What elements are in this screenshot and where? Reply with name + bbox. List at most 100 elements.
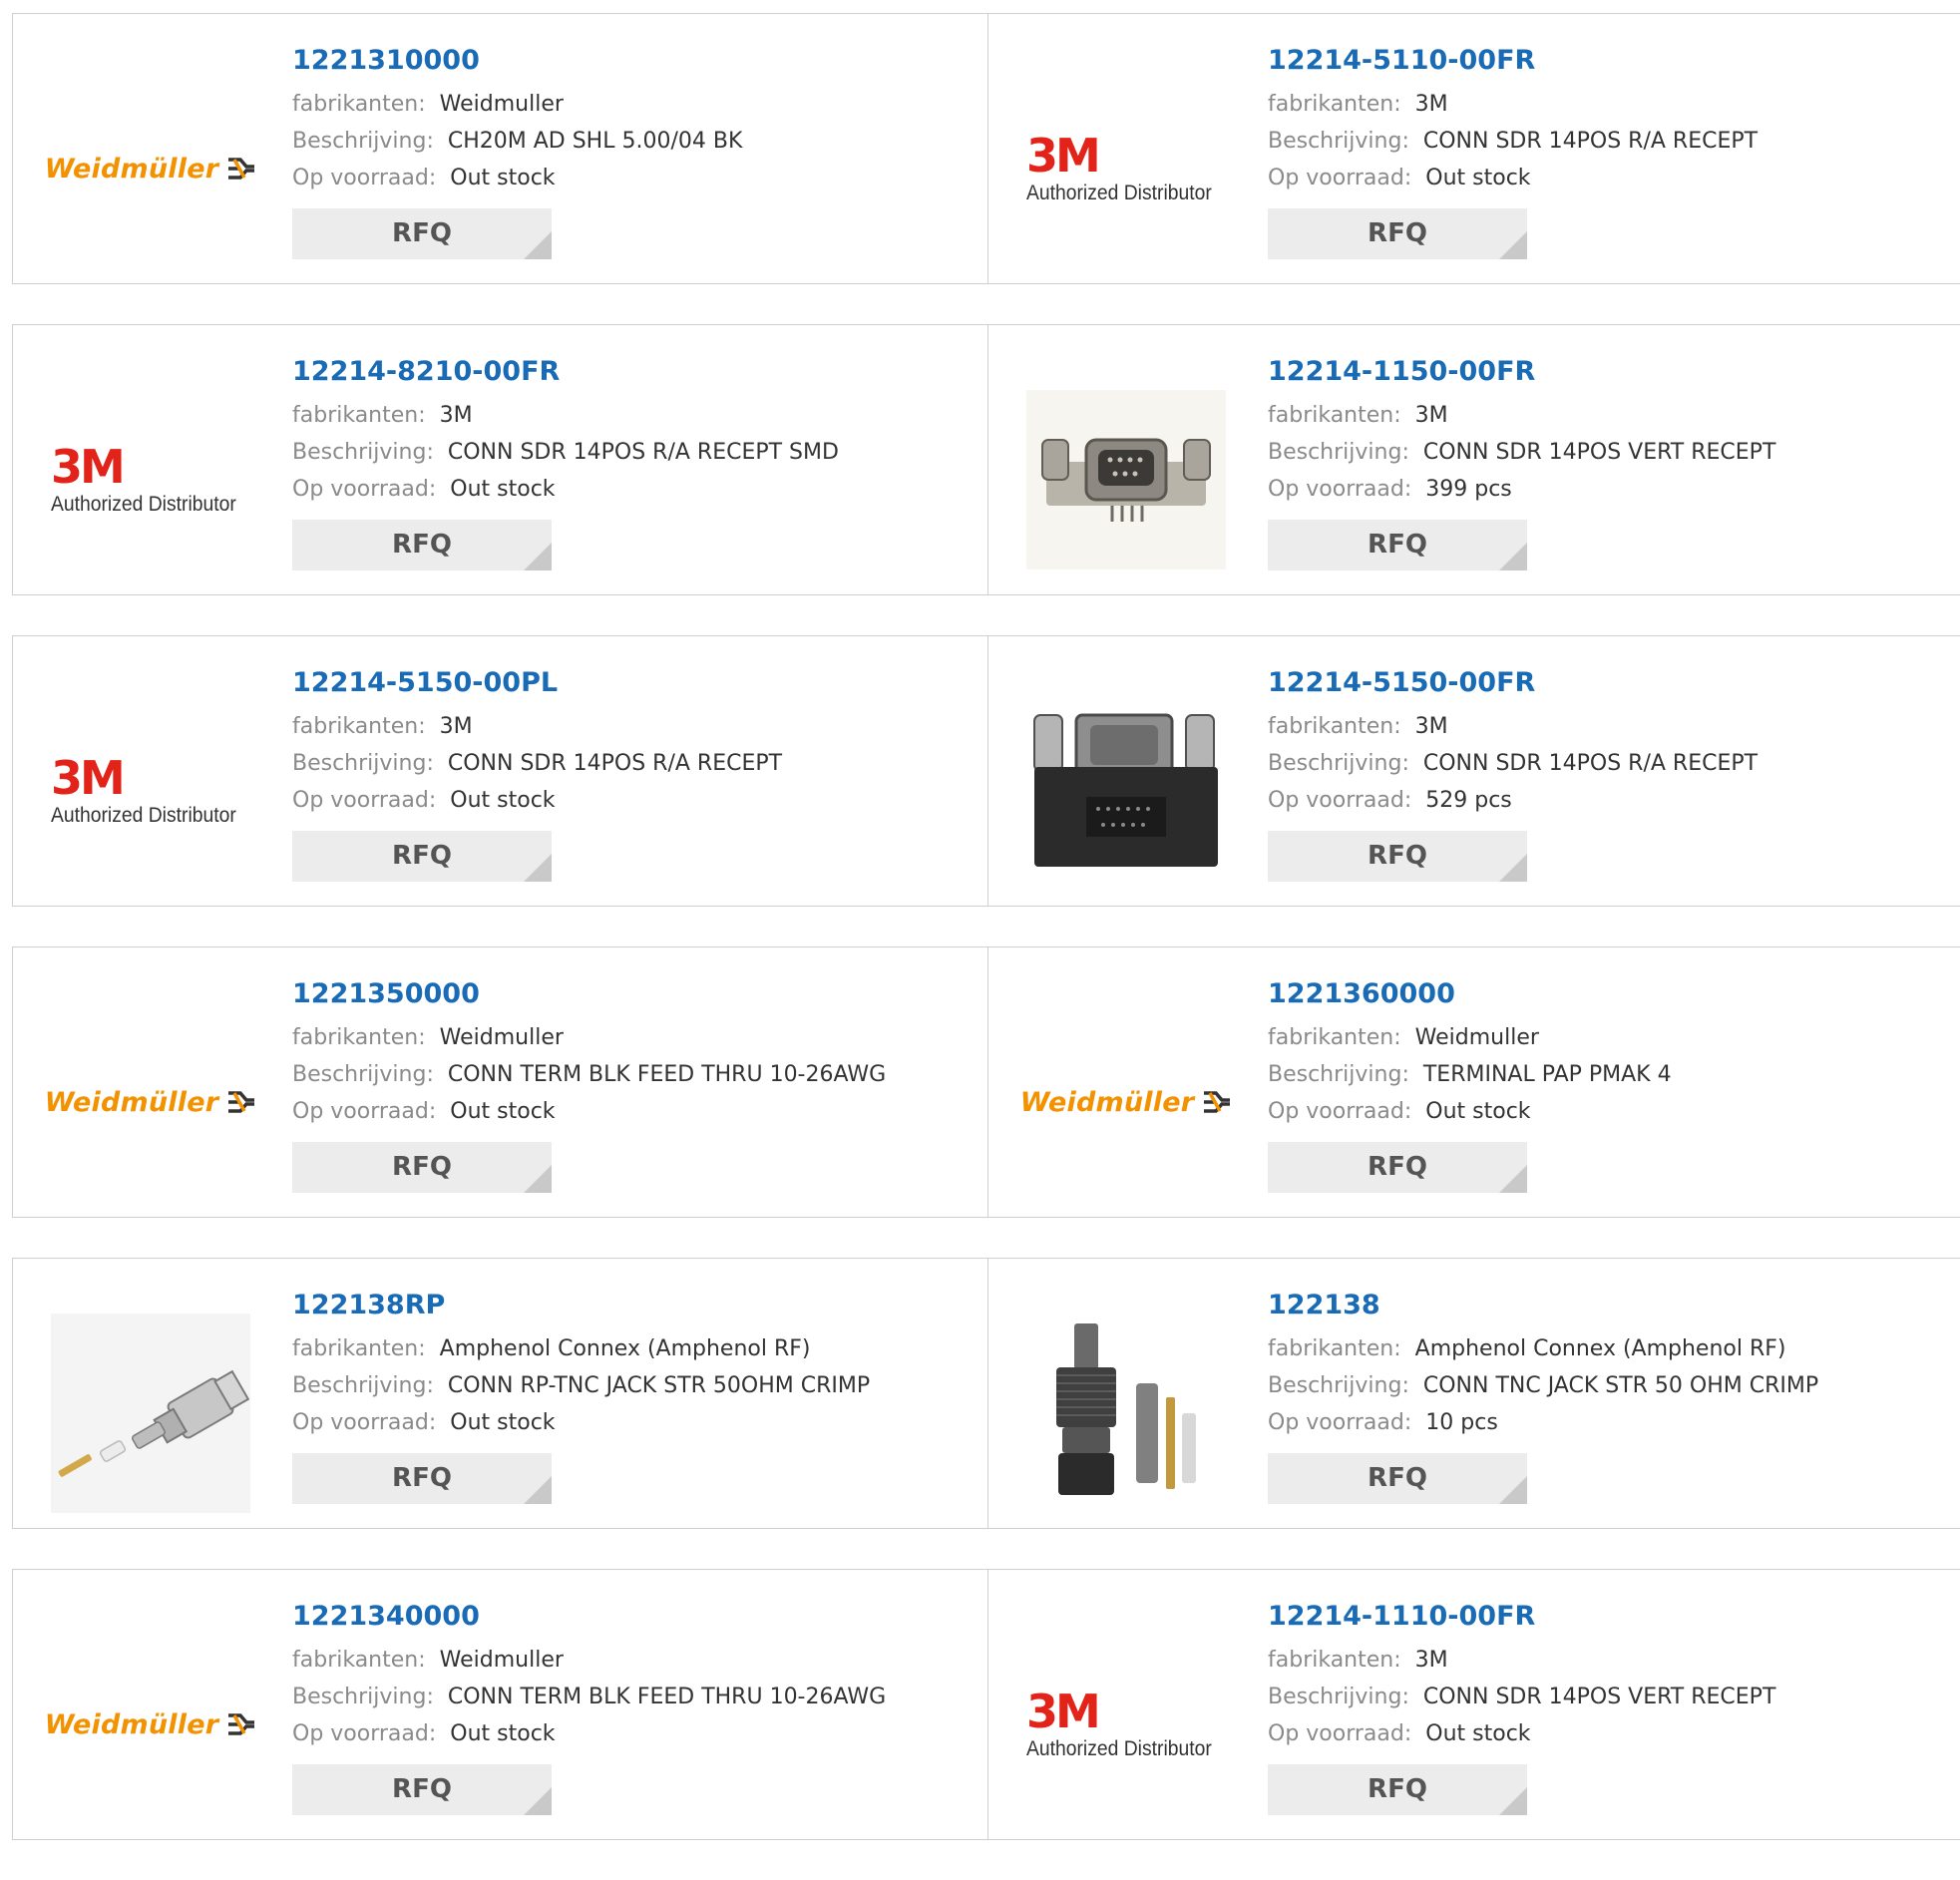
product-card: 122138RP fabrikanten: Amphenol Connex (Am…	[13, 1259, 987, 1528]
product-image	[1026, 380, 1226, 579]
product-image	[51, 1314, 250, 1513]
description-row: Beschrijving: CONN TERM BLK FEED THRU 10-…	[292, 1679, 968, 1715]
part-number-link[interactable]: 1221310000	[292, 42, 480, 80]
description-label: Beschrijving:	[1268, 129, 1409, 154]
manufacturer-row: fabrikanten: Amphenol Connex (Amphenol RF…	[292, 1330, 968, 1367]
stock-value: Out stock	[1425, 1099, 1531, 1124]
product-image: 3M Authorized Distributor	[1026, 69, 1226, 268]
part-number-link[interactable]: 1221350000	[292, 975, 480, 1013]
weidmuller-mark-icon	[226, 156, 256, 182]
product-row: Weidmüller 1221340000 fabrikanten: Weidmu…	[12, 1569, 1960, 1840]
stock-row: Op voorraad: Out stock	[292, 1404, 968, 1441]
rfq-button[interactable]: RFQ	[1268, 1142, 1527, 1193]
sdr-connector-photo	[1026, 390, 1226, 569]
rfq-button[interactable]: RFQ	[1268, 1453, 1527, 1504]
rfq-corner-decoration	[524, 1476, 552, 1504]
stock-row: Op voorraad: Out stock	[1268, 160, 1942, 196]
weidmuller-logo: Weidmüller	[45, 1087, 256, 1118]
part-number-link[interactable]: 122138RP	[292, 1287, 445, 1324]
authorized-distributor-text: Authorized Distributor	[51, 804, 236, 827]
rfq-button[interactable]: RFQ	[1268, 520, 1527, 570]
authorized-distributor-text: Authorized Distributor	[1026, 182, 1212, 204]
description-value: CONN SDR 14POS VERT RECEPT	[1422, 440, 1776, 465]
3m-logo-text: 3M	[1026, 129, 1101, 183]
product-info: 1221310000 fabrikanten: Weidmuller Beschr…	[292, 42, 968, 259]
description-label: Beschrijving:	[1268, 751, 1409, 776]
rfq-button[interactable]: RFQ	[292, 208, 552, 259]
manufacturer-label: fabrikanten:	[292, 1336, 426, 1361]
manufacturer-label: fabrikanten:	[292, 403, 426, 428]
part-number-link[interactable]: 12214-5110-00FR	[1268, 42, 1535, 80]
product-row: Weidmüller 1221350000 fabrikanten: Weidmu…	[12, 946, 1960, 1218]
stock-value: Out stock	[450, 1721, 556, 1746]
product-info: 12214-5110-00FR fabrikanten: 3M Beschrijv…	[1268, 42, 1942, 259]
rfq-button-label: RFQ	[392, 530, 452, 560]
description-value: TERMINAL PAP PMAK 4	[1422, 1062, 1672, 1087]
rfq-button[interactable]: RFQ	[292, 1764, 552, 1815]
description-label: Beschrijving:	[292, 1685, 434, 1709]
product-image: 3M Authorized Distributor	[1026, 1625, 1226, 1824]
manufacturer-row: fabrikanten: 3M	[1268, 708, 1942, 745]
manufacturer-row: fabrikanten: 3M	[1268, 86, 1942, 123]
description-row: Beschrijving: CONN SDR 14POS R/A RECEPT	[1268, 745, 1942, 782]
rfq-button[interactable]: RFQ	[1268, 1764, 1527, 1815]
rfq-button[interactable]: RFQ	[1268, 831, 1527, 882]
part-number-link[interactable]: 12214-1110-00FR	[1268, 1598, 1535, 1636]
stock-row: Op voorraad: 10 pcs	[1268, 1404, 1942, 1441]
description-label: Beschrijving:	[1268, 1062, 1409, 1087]
description-value: CONN TNC JACK STR 50 OHM CRIMP	[1422, 1373, 1819, 1398]
stock-value: Out stock	[450, 1099, 556, 1124]
description-value: CONN SDR 14POS R/A RECEPT SMD	[447, 440, 839, 465]
weidmuller-logo: Weidmüller	[45, 154, 256, 185]
authorized-distributor-text: Authorized Distributor	[51, 493, 236, 516]
part-number-link[interactable]: 12214-5150-00PL	[292, 664, 558, 702]
stock-label: Op voorraad:	[1268, 1099, 1412, 1124]
manufacturer-value: Amphenol Connex (Amphenol RF)	[439, 1336, 811, 1361]
description-row: Beschrijving: CH20M AD SHL 5.00/04 BK	[292, 123, 968, 160]
product-info: 1221340000 fabrikanten: Weidmuller Beschr…	[292, 1598, 968, 1815]
stock-value: 529 pcs	[1425, 788, 1512, 813]
weidmuller-logo: Weidmüller	[1020, 1087, 1232, 1118]
description-row: Beschrijving: CONN SDR 14POS R/A RECEPT S…	[292, 434, 968, 471]
description-value: CH20M AD SHL 5.00/04 BK	[447, 129, 743, 154]
rfq-button[interactable]: RFQ	[1268, 208, 1527, 259]
manufacturer-row: fabrikanten: 3M	[292, 397, 968, 434]
part-number-link[interactable]: 1221340000	[292, 1598, 480, 1636]
product-info: 12214-5150-00FR fabrikanten: 3M Beschrijv…	[1268, 664, 1942, 882]
rfq-button[interactable]: RFQ	[292, 831, 552, 882]
manufacturer-label: fabrikanten:	[292, 1025, 426, 1050]
stock-row: Op voorraad: Out stock	[1268, 1715, 1942, 1752]
part-number-link[interactable]: 12214-1150-00FR	[1268, 353, 1535, 391]
weidmuller-mark-icon	[226, 1089, 256, 1115]
stock-label: Op voorraad:	[292, 477, 437, 502]
part-number-link[interactable]: 1221360000	[1268, 975, 1455, 1013]
product-image: Weidmüller	[45, 1002, 255, 1202]
rfq-button-label: RFQ	[392, 218, 452, 248]
manufacturer-row: fabrikanten: Weidmuller	[292, 1019, 968, 1056]
part-number-link[interactable]: 12214-8210-00FR	[292, 353, 560, 391]
stock-label: Op voorraad:	[1268, 166, 1412, 190]
tnc-jack-photo	[1026, 1314, 1226, 1513]
rfq-corner-decoration	[1499, 1476, 1527, 1504]
stock-value: 399 pcs	[1425, 477, 1512, 502]
rfq-button-label: RFQ	[1368, 1152, 1427, 1182]
weidmuller-logo-text: Weidmüller	[1019, 1086, 1195, 1118]
manufacturer-value: Weidmuller	[439, 92, 564, 117]
description-row: Beschrijving: CONN SDR 14POS VERT RECEPT	[1268, 434, 1942, 471]
rfq-button[interactable]: RFQ	[292, 520, 552, 570]
description-value: CONN SDR 14POS R/A RECEPT	[1422, 751, 1759, 776]
manufacturer-value: Amphenol Connex (Amphenol RF)	[1414, 1336, 1786, 1361]
product-image	[1026, 691, 1226, 891]
weidmuller-logo-text: Weidmüller	[44, 1708, 219, 1740]
product-image: Weidmüller	[1020, 1002, 1231, 1202]
rfq-button[interactable]: RFQ	[292, 1142, 552, 1193]
product-card: 3M Authorized Distributor 12214-5150-00P…	[13, 636, 987, 906]
manufacturer-label: fabrikanten:	[292, 92, 426, 117]
rfq-button-label: RFQ	[392, 841, 452, 871]
product-card: 122138 fabrikanten: Amphenol Connex (Amph…	[987, 1259, 1960, 1528]
product-image: 3M Authorized Distributor	[51, 691, 250, 891]
part-number-link[interactable]: 12214-5150-00FR	[1268, 664, 1535, 702]
product-card: 12214-1150-00FR fabrikanten: 3M Beschrijv…	[987, 325, 1960, 594]
rfq-button[interactable]: RFQ	[292, 1453, 552, 1504]
part-number-link[interactable]: 122138	[1268, 1287, 1380, 1324]
